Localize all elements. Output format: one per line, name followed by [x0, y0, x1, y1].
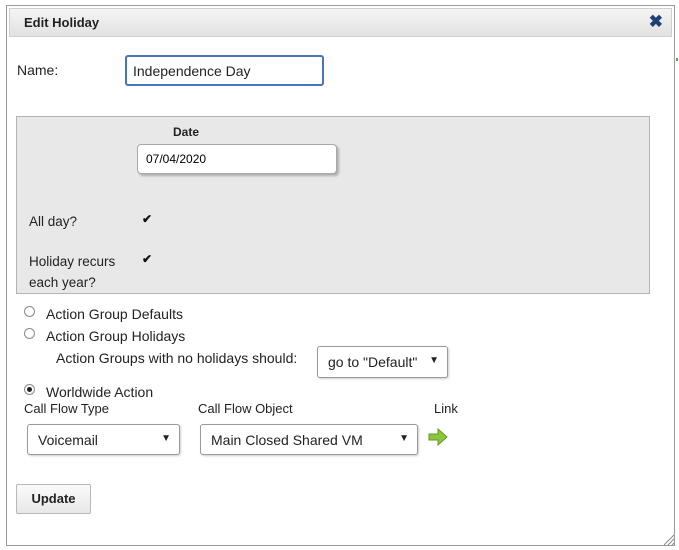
action-group-defaults-label: Action Group Defaults: [46, 306, 183, 322]
green-arrow-right-icon[interactable]: [428, 428, 448, 446]
worldwide-action-radio[interactable]: [24, 384, 35, 395]
dropdown-arrow-icon: ▼: [399, 433, 409, 444]
call-flow-object-header: Call Flow Object: [198, 401, 293, 416]
dialog-titlebar[interactable]: Edit Holiday ✖: [9, 8, 672, 37]
resize-grip-icon[interactable]: [661, 532, 675, 546]
recurs-checkbox[interactable]: ✔: [141, 253, 153, 265]
dropdown-arrow-icon: ▼: [161, 433, 171, 444]
name-label: Name:: [17, 62, 59, 78]
name-input[interactable]: [125, 55, 324, 86]
all-day-label: All day?: [29, 214, 78, 229]
call-flow-type-select[interactable]: Voicemail ▼: [27, 424, 180, 455]
no-holidays-hint: Action Groups with no holidays should:: [56, 350, 298, 366]
edge-mark: [676, 58, 678, 61]
link-header: Link: [434, 401, 458, 416]
call-flow-object-value: Main Closed Shared VM: [211, 432, 363, 448]
call-flow-type-header: Call Flow Type: [24, 401, 110, 416]
date-input[interactable]: [137, 144, 337, 174]
action-group-holidays-label: Action Group Holidays: [46, 328, 186, 344]
action-group-holidays-radio[interactable]: [24, 328, 35, 339]
date-panel: Date All day? ✔ Holiday recurs each year…: [16, 116, 650, 294]
worldwide-action-label: Worldwide Action: [46, 384, 154, 400]
recurs-label-line1: Holiday recurs: [29, 254, 116, 269]
update-button[interactable]: Update: [16, 484, 91, 514]
call-flow-type-value: Voicemail: [38, 432, 98, 448]
call-flow-object-select[interactable]: Main Closed Shared VM ▼: [200, 424, 418, 455]
no-holidays-select-value: go to "Default": [328, 354, 418, 370]
date-label: Date: [173, 125, 200, 139]
dropdown-arrow-icon: ▼: [429, 355, 439, 366]
close-icon[interactable]: ✖: [649, 12, 663, 32]
dialog-title: Edit Holiday: [24, 15, 100, 30]
action-group-defaults-radio[interactable]: [24, 306, 35, 317]
recurs-label-line2: each year?: [29, 275, 96, 290]
all-day-checkbox[interactable]: ✔: [141, 213, 153, 225]
no-holidays-select[interactable]: go to "Default" ▼: [317, 346, 448, 378]
